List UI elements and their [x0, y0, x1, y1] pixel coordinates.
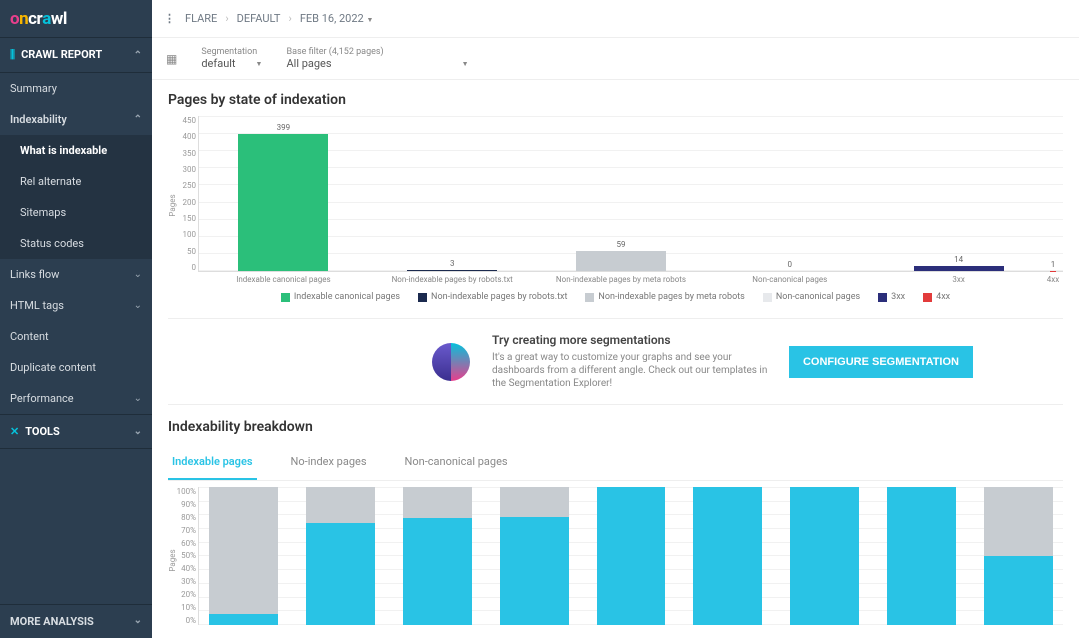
- dropdown-icon: ▼: [366, 16, 373, 24]
- chevron-down-icon: ⌄: [134, 300, 142, 311]
- topbar: ⋮ FLARE › DEFAULT › FEB 16, 2022 ▼: [152, 0, 1079, 38]
- chevron-right-icon: ›: [225, 12, 228, 25]
- sidebar-section-crawl-report[interactable]: ⫼CRAWL REPORT ⌃: [0, 38, 152, 73]
- tools-icon: ✕: [10, 425, 19, 438]
- sidebar-sub-status-codes[interactable]: Status codes: [0, 228, 152, 259]
- breadcrumb-project[interactable]: FLARE: [185, 12, 217, 25]
- logo[interactable]: oncrawl: [0, 0, 152, 38]
- bar-segment-primary[interactable]: [209, 614, 278, 625]
- chart1-ylabel: Pages: [168, 194, 177, 216]
- bar-segment-secondary[interactable]: [984, 487, 1053, 556]
- main: ⋮ FLARE › DEFAULT › FEB 16, 2022 ▼ ▦ Seg…: [152, 0, 1079, 638]
- sidebar-item-content[interactable]: Content: [0, 321, 152, 352]
- bars-icon: ⫼: [10, 48, 15, 61]
- dropdown-icon: ▼: [462, 60, 469, 68]
- segmentation-label: Segmentation: [201, 47, 262, 57]
- legend-item[interactable]: Non-indexable pages by meta robots: [585, 292, 744, 302]
- bar-segment-primary[interactable]: [500, 517, 569, 625]
- filter-bar: ▦ Segmentation default▼ Base filter (4,1…: [152, 38, 1079, 80]
- bar[interactable]: [914, 266, 1004, 271]
- chevron-up-icon: ⌃: [134, 50, 142, 61]
- bar-category: 4xx: [1047, 275, 1059, 284]
- bar-segment-primary[interactable]: [597, 487, 666, 625]
- chart-indexation-state: Pages 450400350300250200150100500 399 Ind…: [152, 116, 1079, 308]
- sidebar-sub-rel-alternate[interactable]: Rel alternate: [0, 166, 152, 197]
- bar-category: Non-canonical pages: [752, 275, 827, 284]
- chevron-down-icon: ⌄: [134, 426, 142, 437]
- sidebar-item-summary[interactable]: Summary: [0, 73, 152, 104]
- segmentation-select[interactable]: Segmentation default▼: [201, 47, 262, 70]
- cta-title: Try creating more segmentations: [492, 333, 771, 347]
- cta-desc: It's a great way to customize your graph…: [492, 351, 771, 390]
- bar-segment-primary[interactable]: [693, 487, 762, 625]
- sidebar-item-html-tags[interactable]: HTML tags⌄: [0, 290, 152, 321]
- bar-segment-primary[interactable]: [790, 487, 859, 625]
- tab-noncanonical-pages[interactable]: Non-canonical pages: [401, 445, 512, 480]
- bar-value: 3: [450, 259, 455, 268]
- legend-item[interactable]: Non-canonical pages: [763, 292, 860, 302]
- bar-category: Non-indexable pages by meta robots: [556, 275, 686, 284]
- configure-segmentation-button[interactable]: CONFIGURE SEGMENTATION: [789, 346, 973, 378]
- bar[interactable]: [407, 270, 497, 271]
- chevron-down-icon: ⌄: [134, 269, 142, 280]
- chart1-yticks: 450400350300250200150100500: [183, 116, 197, 272]
- bar-segment-secondary[interactable]: [209, 487, 278, 614]
- breakdown-tabs: Indexable pages No-index pages Non-canon…: [168, 445, 1063, 481]
- chart1-legend: Indexable canonical pages Non-indexable p…: [168, 292, 1063, 302]
- dropdown-icon: ▼: [256, 60, 263, 68]
- chevron-down-icon: ⌄: [134, 615, 142, 628]
- bar-segment-primary[interactable]: [306, 523, 375, 625]
- bar-segment-primary[interactable]: [984, 556, 1053, 625]
- sidebar-sub-what-is-indexable[interactable]: What is indexable: [0, 135, 152, 166]
- bar-category: Indexable canonical pages: [236, 275, 330, 284]
- chart2-title: Indexability breakdown: [152, 405, 1079, 437]
- legend-item[interactable]: 4xx: [923, 292, 950, 302]
- chart-indexability-breakdown: Pages 100%90%80%70%60%50%40%30%20%10%0% …: [152, 481, 1079, 625]
- bar-value: 59: [616, 240, 625, 249]
- bar-segment-secondary[interactable]: [306, 487, 375, 523]
- tab-noindex-pages[interactable]: No-index pages: [287, 445, 371, 480]
- bar-segment-primary[interactable]: [887, 487, 956, 625]
- bar-value: 14: [954, 255, 963, 264]
- bar-segment-secondary[interactable]: [500, 487, 569, 517]
- bar-category: 3xx: [952, 275, 964, 284]
- sidebar-item-performance[interactable]: Performance⌄: [0, 383, 152, 414]
- bar-value: 0: [788, 260, 793, 269]
- bar-category: Non-indexable pages by robots.txt: [392, 275, 513, 284]
- bar[interactable]: [238, 134, 328, 271]
- sidebar-section-tools[interactable]: ✕TOOLS ⌄: [0, 414, 152, 449]
- bar[interactable]: [576, 251, 666, 271]
- chevron-right-icon: ›: [289, 12, 292, 25]
- basefilter-select[interactable]: Base filter (4,152 pages) All pages▼: [286, 47, 468, 70]
- legend-item[interactable]: Non-indexable pages by robots.txt: [418, 292, 567, 302]
- sidebar-sub-sitemaps[interactable]: Sitemaps: [0, 197, 152, 228]
- legend-item[interactable]: 3xx: [878, 292, 905, 302]
- tab-indexable-pages[interactable]: Indexable pages: [168, 445, 257, 480]
- breadcrumb-config[interactable]: DEFAULT: [237, 12, 281, 25]
- sidebar-item-indexability[interactable]: Indexability⌃: [0, 104, 152, 135]
- sidebar-item-links-flow[interactable]: Links flow⌄: [0, 259, 152, 290]
- chart2-yticks: 100%90%80%70%60%50%40%30%20%10%0%: [177, 487, 196, 625]
- chevron-down-icon: ⌄: [134, 393, 142, 404]
- segmentation-icon: [428, 339, 474, 385]
- sidebar: oncrawl ⫼CRAWL REPORT ⌃ Summary Indexabi…: [0, 0, 152, 638]
- bar-segment-primary[interactable]: [403, 518, 472, 625]
- kebab-icon[interactable]: ⋮: [164, 12, 175, 25]
- grid-icon[interactable]: ▦: [166, 52, 177, 66]
- legend-item[interactable]: Indexable canonical pages: [281, 292, 400, 302]
- chart1-title: Pages by state of indexation: [152, 92, 1079, 116]
- sidebar-more-analysis[interactable]: MORE ANALYSIS⌄: [0, 604, 152, 638]
- bar-segment-secondary[interactable]: [403, 487, 472, 518]
- sidebar-item-duplicate-content[interactable]: Duplicate content: [0, 352, 152, 383]
- bar-value: 1: [1051, 260, 1056, 269]
- segmentation-cta: Try creating more segmentations It's a g…: [168, 318, 1063, 405]
- bar-value: 399: [277, 123, 291, 132]
- chevron-up-icon: ⌃: [134, 114, 142, 125]
- breadcrumb-date[interactable]: FEB 16, 2022 ▼: [300, 12, 374, 25]
- basefilter-label: Base filter (4,152 pages): [286, 47, 468, 57]
